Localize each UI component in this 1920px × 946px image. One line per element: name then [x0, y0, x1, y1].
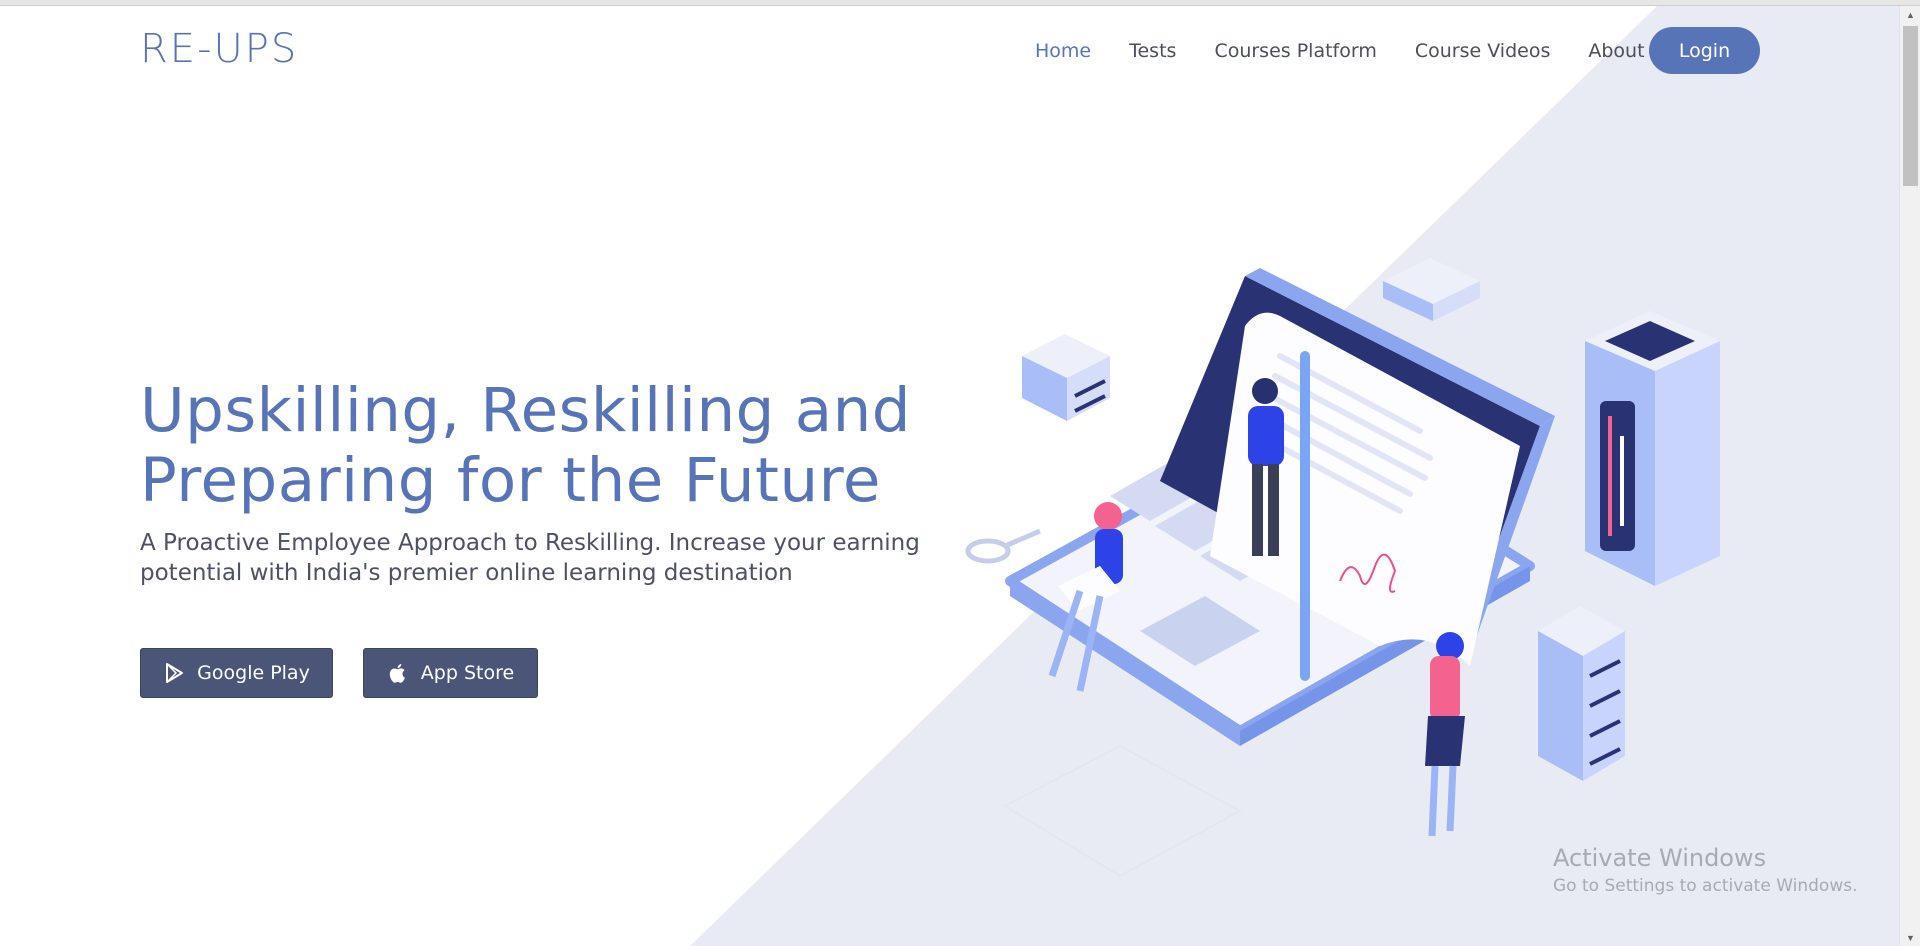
nav-item-home[interactable]: Home	[1035, 40, 1091, 62]
hero-illustration	[960, 246, 1780, 886]
server-tower-right	[1585, 311, 1720, 586]
google-play-icon	[163, 662, 185, 684]
brand-logo[interactable]: RE-UPS	[140, 26, 298, 72]
hero-title: Upskilling, Reskilling and Preparing for…	[140, 376, 960, 516]
app-store-label: App Store	[420, 662, 515, 684]
woman-standing-figure	[1425, 632, 1465, 837]
main-nav: Home Tests Courses Platform Course Video…	[1035, 40, 1683, 62]
scroll-down-arrow-icon[interactable]: ▼	[1900, 929, 1920, 946]
server-stack-bottom-right	[1538, 606, 1625, 781]
hero-subtitle: A Proactive Employee Approach to Reskill…	[140, 530, 920, 586]
nav-item-courses-platform[interactable]: Courses Platform	[1214, 40, 1376, 62]
app-store-button[interactable]: App Store	[363, 648, 538, 698]
server-stack-left	[1022, 334, 1110, 421]
login-button[interactable]: Login	[1649, 27, 1760, 74]
server-small-top	[1383, 258, 1480, 321]
nav-item-about[interactable]: About	[1588, 40, 1644, 62]
scroll-up-arrow-icon[interactable]: ▲	[1900, 6, 1920, 23]
hero-title-line-1: Upskilling, Reskilling and	[140, 375, 912, 446]
nav-item-course-videos[interactable]: Course Videos	[1415, 40, 1551, 62]
nav-item-tests[interactable]: Tests	[1129, 40, 1176, 62]
google-play-button[interactable]: Google Play	[140, 648, 333, 698]
floor-tile	[1002, 744, 1243, 878]
apple-icon	[387, 662, 409, 684]
scrollbar-thumb[interactable]	[1903, 26, 1918, 186]
google-play-label: Google Play	[197, 662, 310, 684]
vertical-scrollbar[interactable]: ▲ ▼	[1899, 6, 1920, 946]
key-decoration	[965, 528, 1041, 564]
windows-activation-title: Activate Windows	[1553, 844, 1767, 872]
landing-page: RE-UPS Home Tests Courses Platform Cours…	[0, 6, 1899, 946]
windows-activation-subtitle: Go to Settings to activate Windows.	[1553, 876, 1858, 896]
hero-title-line-2: Preparing for the Future	[140, 445, 881, 516]
